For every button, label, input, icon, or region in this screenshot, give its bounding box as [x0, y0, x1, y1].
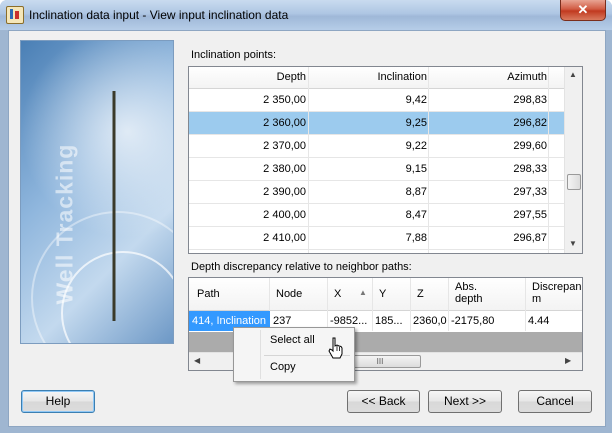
inclination-grid[interactable]: Depth Inclination Azimuth 2 350,00 9,42 29…: [188, 66, 583, 254]
menu-item-label: Copy: [270, 361, 296, 373]
scroll-right-arrow-icon[interactable]: ▶: [565, 356, 571, 365]
cell-inclination[interactable]: 8,47: [309, 209, 427, 221]
cell-depth[interactable]: 2 410,00: [189, 232, 306, 244]
banner-title: Well Tracking: [51, 143, 78, 305]
cell-depth[interactable]: 2 350,00: [189, 94, 306, 106]
column-header-inclination[interactable]: Inclination: [309, 71, 427, 83]
scroll-down-arrow-icon[interactable]: ▼: [569, 239, 577, 248]
column-header-path[interactable]: Path: [197, 288, 220, 300]
cell-depth[interactable]: 2 400,00: [189, 209, 306, 221]
cell-abs-depth[interactable]: -2175,80: [451, 315, 521, 327]
vertical-scrollbar[interactable]: ▲ ▼: [564, 67, 582, 253]
discrepancy-grid-header: Path Node X ▲ Y Z Abs.depth Discrepancym: [189, 278, 582, 311]
cell-inclination[interactable]: 9,22: [309, 140, 427, 152]
inclination-grid-header: Depth Inclination Azimuth: [189, 67, 564, 89]
cell-node[interactable]: 237: [273, 315, 323, 327]
cancel-button[interactable]: Cancel: [518, 390, 592, 413]
scrollbar-thumb[interactable]: [567, 174, 581, 190]
cell-azimuth[interactable]: 298,33: [429, 163, 547, 175]
table-row[interactable]: 2 350,00 9,42 298,83: [189, 89, 564, 112]
column-header-discrepancy-line1: Discrepancy: [532, 281, 582, 293]
well-tracking-banner: Well Tracking: [20, 40, 174, 344]
cell-inclination[interactable]: 7,88: [309, 232, 427, 244]
cell-azimuth[interactable]: 297,55: [429, 209, 547, 221]
cell-inclination[interactable]: 9,15: [309, 163, 427, 175]
inclination-points-label: Inclination points:: [191, 49, 276, 61]
column-header-abs-line1: Abs.: [455, 281, 478, 293]
column-header-abs-line2: depth: [455, 293, 483, 305]
column-divider: [428, 67, 429, 253]
app-icon: [6, 6, 24, 24]
cell-depth[interactable]: 2 380,00: [189, 163, 306, 175]
cell-depth[interactable]: 2 360,00: [189, 117, 306, 129]
cell-inclination[interactable]: 8,87: [309, 186, 427, 198]
drilling-tower-image: [99, 91, 129, 321]
column-header-discrepancy[interactable]: Discrepancym: [532, 281, 582, 305]
sort-ascending-icon: ▲: [359, 288, 367, 297]
table-row[interactable]: 2 410,00 7,88 296,87: [189, 227, 564, 250]
column-header-azimuth[interactable]: Azimuth: [429, 71, 547, 83]
window-title: Inclination data input - View input incl…: [29, 8, 289, 22]
dialog-window: Inclination data input - View input incl…: [0, 0, 612, 433]
column-header-y[interactable]: Y: [379, 288, 386, 300]
cell-azimuth[interactable]: 296,82: [429, 117, 547, 129]
column-header-abs-depth[interactable]: Abs. depth: [455, 281, 483, 305]
cell-z[interactable]: 2360,00: [413, 315, 447, 327]
table-row[interactable]: 2 360,00 9,25 296,82: [189, 112, 564, 135]
column-header-depth[interactable]: Depth: [189, 71, 306, 83]
cell-azimuth[interactable]: 299,60: [429, 140, 547, 152]
cell-depth[interactable]: 2 390,00: [189, 186, 306, 198]
discrepancy-label: Depth discrepancy relative to neighbor p…: [191, 261, 412, 273]
title-bar[interactable]: Inclination data input - View input incl…: [0, 0, 612, 30]
column-divider: [308, 67, 309, 253]
table-row[interactable]: 2 400,00 8,47 297,55: [189, 204, 564, 227]
column-divider: [548, 67, 549, 253]
cell-discrepancy[interactable]: 4.44: [528, 315, 580, 327]
cell-x[interactable]: -9852...: [330, 315, 370, 327]
table-row[interactable]: 2 370,00 9,22 299,60: [189, 135, 564, 158]
back-button[interactable]: << Back: [347, 390, 420, 413]
table-row[interactable]: 2 420,006,25291,00: [189, 250, 564, 253]
cell-depth[interactable]: 2 370,00: [189, 140, 306, 152]
cell-y[interactable]: 185...: [375, 315, 408, 327]
scroll-up-arrow-icon[interactable]: ▲: [569, 70, 577, 79]
cell-inclination[interactable]: 9,25: [309, 117, 427, 129]
table-row[interactable]: 2 380,00 9,15 298,33: [189, 158, 564, 181]
menu-item-copy[interactable]: Copy: [236, 357, 352, 379]
cell-inclination[interactable]: 9,42: [309, 94, 427, 106]
hand-cursor-icon: [328, 337, 343, 359]
cell-azimuth[interactable]: 297,33: [429, 186, 547, 198]
cell-azimuth[interactable]: 296,87: [429, 232, 547, 244]
column-header-node[interactable]: Node: [276, 288, 302, 300]
help-button[interactable]: Help: [21, 390, 95, 413]
next-button[interactable]: Next >>: [428, 390, 502, 413]
menu-item-label: Select all: [270, 334, 315, 346]
column-header-discrepancy-line2: m: [532, 293, 542, 305]
column-header-x[interactable]: X: [334, 288, 341, 300]
column-header-z[interactable]: Z: [417, 288, 424, 300]
cell-azimuth[interactable]: 298,83: [429, 94, 547, 106]
close-button[interactable]: ✕: [560, 0, 606, 21]
table-row[interactable]: 2 390,00 8,87 297,33: [189, 181, 564, 204]
scroll-left-arrow-icon[interactable]: ◀: [194, 356, 200, 365]
